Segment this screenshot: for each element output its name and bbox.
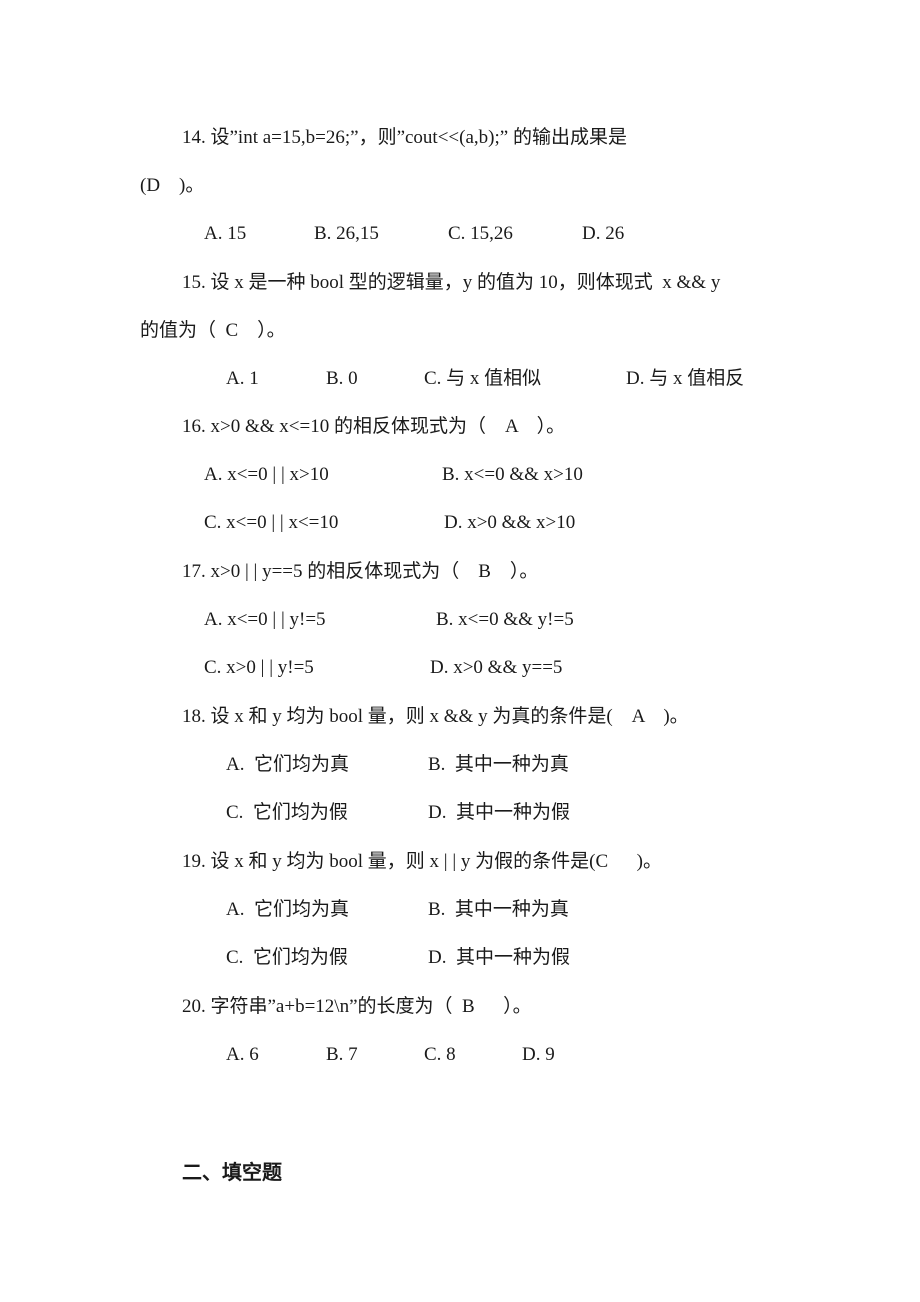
question-15-option-a: A. 1 bbox=[226, 368, 259, 389]
question-17-option-a: A. x<=0 | | y!=5 bbox=[204, 609, 326, 630]
question-14-option-a: A. 15 bbox=[204, 223, 247, 244]
question-18-stem: 18. 设 x 和 y 均为 bool 量，则 x && y 为真的条件是( A… bbox=[182, 706, 689, 727]
question-19-option-d: D. 其中一种为假 bbox=[428, 947, 570, 968]
question-20-option-a: A. 6 bbox=[226, 1044, 259, 1065]
question-18-option-d: D. 其中一种为假 bbox=[428, 802, 570, 823]
question-14-option-c: C. 15,26 bbox=[448, 223, 513, 244]
question-14-stem-line-1: 14. 设”int a=15,b=26;”，则”cout<<(a,b);” 的输… bbox=[182, 127, 627, 148]
question-19-option-b: B. 其中一种为真 bbox=[428, 899, 569, 920]
question-14-option-d: D. 26 bbox=[582, 223, 625, 244]
question-20-option-d: D. 9 bbox=[522, 1044, 555, 1065]
question-19-stem: 19. 设 x 和 y 均为 bool 量，则 x | | y 为假的条件是(C… bbox=[182, 851, 662, 872]
question-19-option-a: A. 它们均为真 bbox=[226, 899, 349, 920]
question-14-option-b: B. 26,15 bbox=[314, 223, 379, 244]
section-heading-fill-in-blank: 二、填空题 bbox=[182, 1160, 282, 1184]
question-18-option-b: B. 其中一种为真 bbox=[428, 754, 569, 775]
question-16-option-b: B. x<=0 && x>10 bbox=[442, 464, 583, 485]
question-20-option-b: B. 7 bbox=[326, 1044, 358, 1065]
question-19-option-c: C. 它们均为假 bbox=[226, 947, 348, 968]
question-17-option-c: C. x>0 | | y!=5 bbox=[204, 657, 314, 678]
question-16-stem: 16. x>0 && x<=10 的相反体现式为（ A ）。 bbox=[182, 416, 566, 437]
question-15-stem-line-2: 的值为（ C ）。 bbox=[140, 320, 286, 341]
question-16-option-c: C. x<=0 | | x<=10 bbox=[204, 512, 339, 533]
question-15-option-c: C. 与 x 值相似 bbox=[424, 368, 542, 389]
question-16-option-d: D. x>0 && x>10 bbox=[444, 512, 576, 533]
question-16-option-a: A. x<=0 | | x>10 bbox=[204, 464, 329, 485]
question-20-option-c: C. 8 bbox=[424, 1044, 456, 1065]
question-17-stem: 17. x>0 | | y==5 的相反体现式为（ B ）。 bbox=[182, 561, 539, 582]
question-20-stem: 20. 字符串”a+b=12\n”的长度为（ B ）。 bbox=[182, 996, 532, 1017]
question-17-option-d: D. x>0 && y==5 bbox=[430, 657, 563, 678]
question-18-option-a: A. 它们均为真 bbox=[226, 754, 349, 775]
question-15-option-b: B. 0 bbox=[326, 368, 358, 389]
question-18-option-c: C. 它们均为假 bbox=[226, 802, 348, 823]
question-17-option-b: B. x<=0 && y!=5 bbox=[436, 609, 574, 630]
question-15-option-d: D. 与 x 值相反 bbox=[626, 368, 745, 389]
question-14-stem-line-2: (D )。 bbox=[140, 175, 205, 196]
question-15-stem-line-1: 15. 设 x 是一种 bool 型的逻辑量，y 的值为 10，则体现式 x &… bbox=[182, 272, 721, 293]
